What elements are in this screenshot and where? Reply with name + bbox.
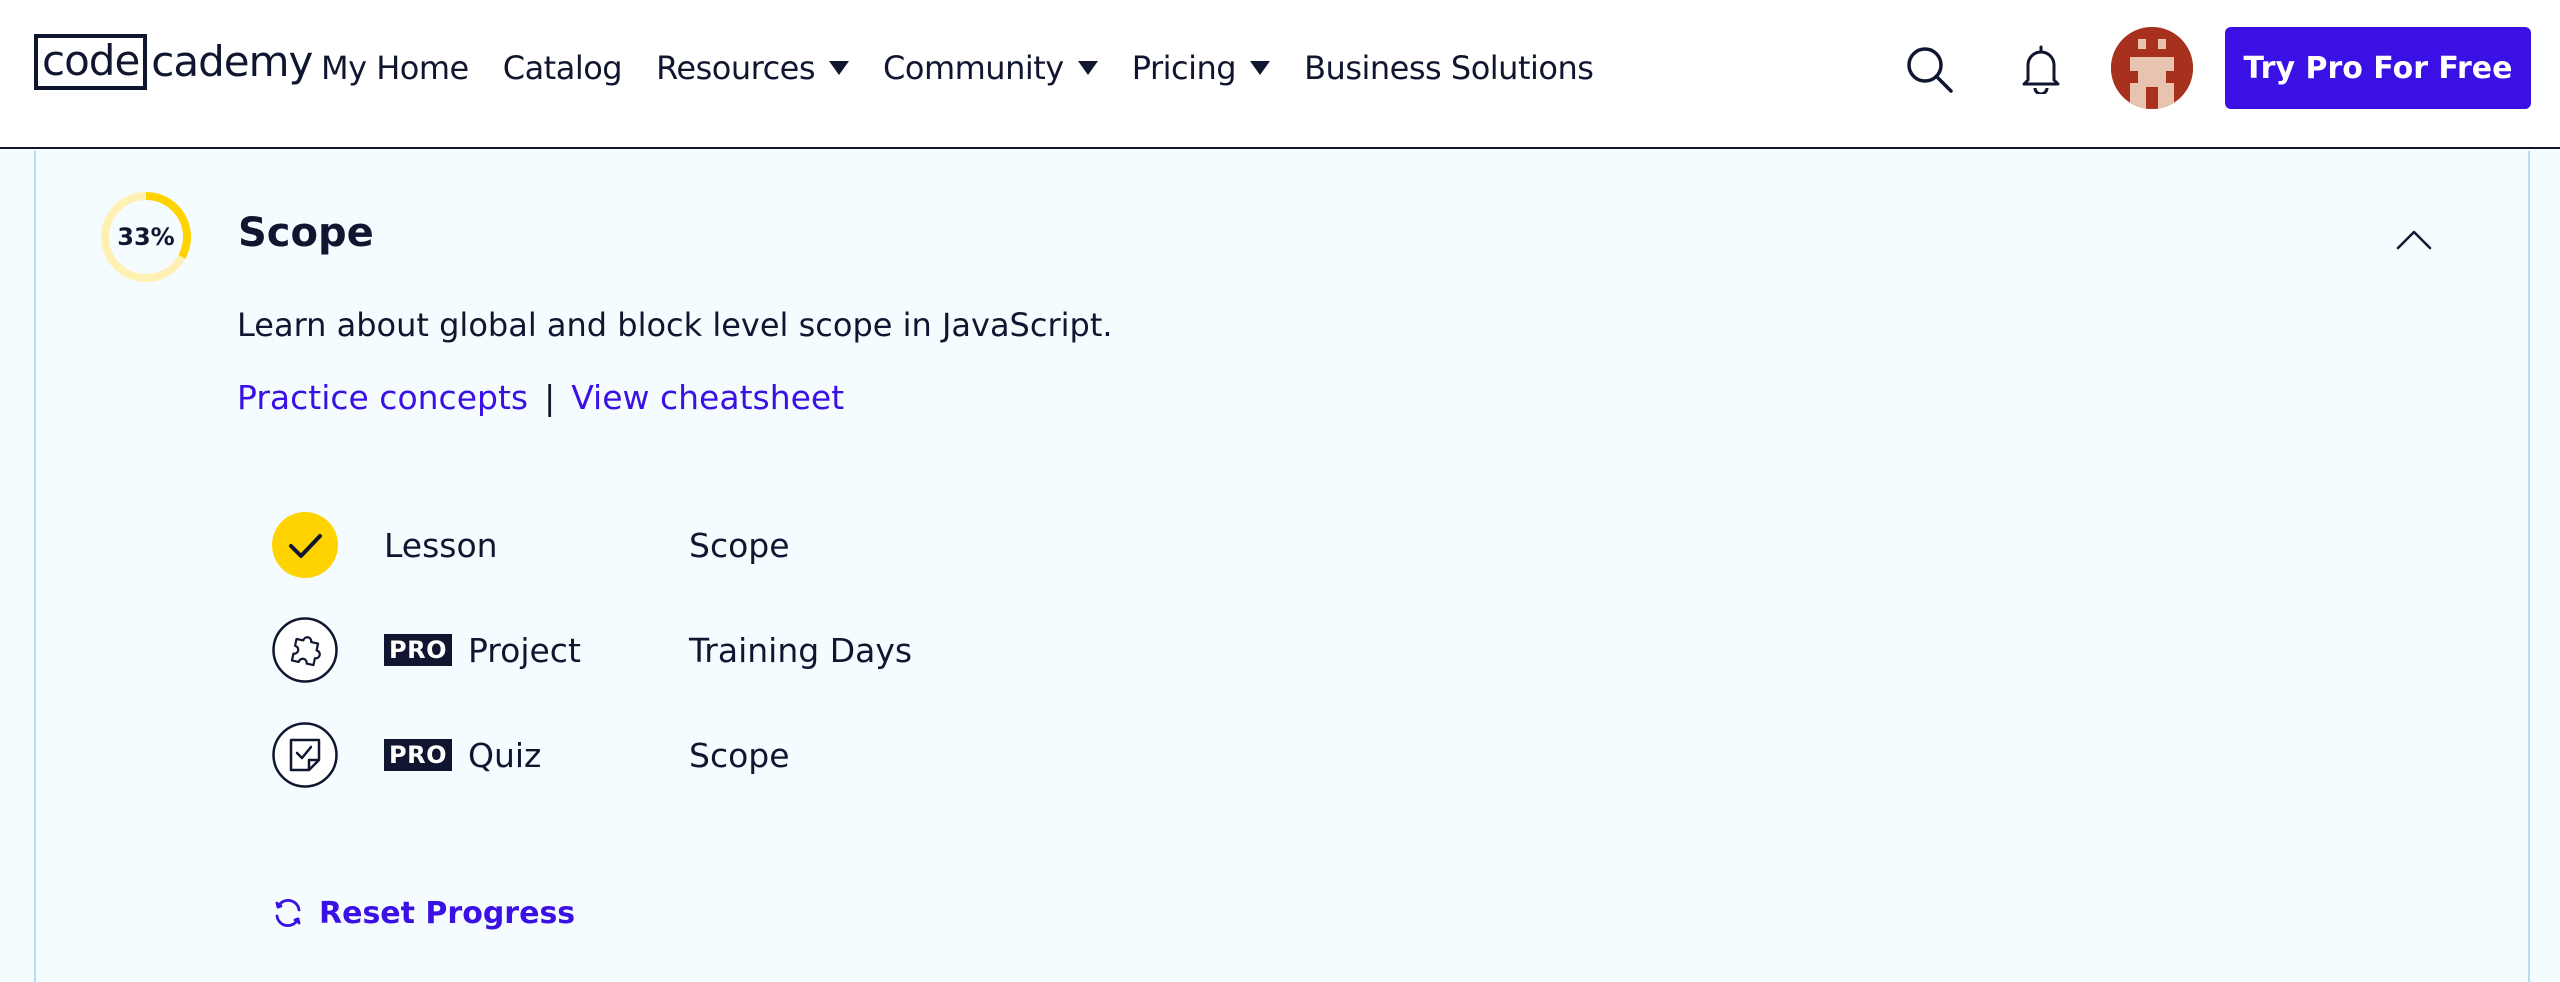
- nav-pricing-label: Pricing: [1131, 49, 1237, 87]
- practice-concepts-link[interactable]: Practice concepts: [237, 378, 528, 417]
- item-name: Training Days: [689, 630, 913, 670]
- refresh-icon: [275, 898, 301, 928]
- module-links: Practice concepts | View cheatsheet: [237, 378, 844, 417]
- item-type: Lesson: [384, 512, 498, 578]
- nav-business-solutions-label: Business Solutions: [1304, 49, 1594, 87]
- try-pro-button[interactable]: Try Pro For Free: [2225, 27, 2531, 109]
- pro-badge: PRO: [384, 634, 452, 666]
- item-name: Scope: [689, 735, 790, 775]
- caret-down-icon: [1250, 61, 1271, 75]
- item-name: Scope: [689, 525, 790, 565]
- main-nav: My Home Catalog Resources Community Pric…: [321, 40, 1627, 96]
- nav-community-dropdown[interactable]: Community: [883, 49, 1098, 87]
- nav-catalog[interactable]: Catalog: [502, 49, 623, 87]
- list-item-quiz[interactable]: PRO Quiz Scope: [272, 722, 1072, 788]
- bell-icon[interactable]: [2020, 44, 2062, 94]
- item-type-label: Project: [467, 630, 581, 670]
- link-separator: |: [544, 378, 556, 417]
- item-type-label: Quiz: [467, 735, 542, 775]
- top-navigation-bar: code cademy My Home Catalog Resources Com…: [0, 0, 2560, 149]
- chevron-up-icon[interactable]: [2394, 226, 2434, 252]
- nav-pricing-dropdown[interactable]: Pricing: [1131, 49, 1271, 87]
- caret-down-icon: [829, 61, 850, 75]
- caret-down-icon: [1077, 61, 1098, 75]
- module-description: Learn about global and block level scope…: [237, 306, 1113, 344]
- nav-business-solutions[interactable]: Business Solutions: [1304, 49, 1594, 87]
- logo-text: cademy: [151, 37, 313, 86]
- view-cheatsheet-link[interactable]: View cheatsheet: [571, 378, 844, 417]
- module-title: Scope: [238, 210, 374, 256]
- item-type: PRO Project: [384, 617, 581, 683]
- nav-resources-dropdown[interactable]: Resources: [656, 49, 850, 87]
- nav-my-home-label: My Home: [321, 49, 469, 87]
- user-avatar[interactable]: [2111, 27, 2193, 109]
- list-item-lesson[interactable]: Lesson Scope: [272, 512, 1072, 578]
- check-icon: [272, 512, 338, 578]
- item-type: PRO Quiz: [384, 722, 541, 788]
- pixel-avatar-icon: [2111, 27, 2193, 109]
- quiz-icon: [272, 722, 338, 788]
- pro-badge: PRO: [384, 739, 452, 771]
- nav-catalog-label: Catalog: [502, 49, 623, 87]
- reset-progress-button[interactable]: Reset Progress: [271, 892, 575, 934]
- search-icon[interactable]: [1905, 45, 1955, 95]
- puzzle-icon: [272, 617, 338, 683]
- nav-community-label: Community: [883, 49, 1064, 87]
- item-type-label: Lesson: [384, 525, 498, 565]
- nav-resources-label: Resources: [656, 49, 816, 87]
- list-item-project[interactable]: PRO Project Training Days: [272, 617, 1072, 683]
- reset-progress-label: Reset Progress: [319, 895, 576, 931]
- logo-boxed-text: code: [34, 34, 148, 90]
- codecademy-logo[interactable]: code cademy: [34, 34, 313, 90]
- nav-my-home[interactable]: My Home: [321, 49, 469, 87]
- progress-percent: 33%: [117, 223, 175, 251]
